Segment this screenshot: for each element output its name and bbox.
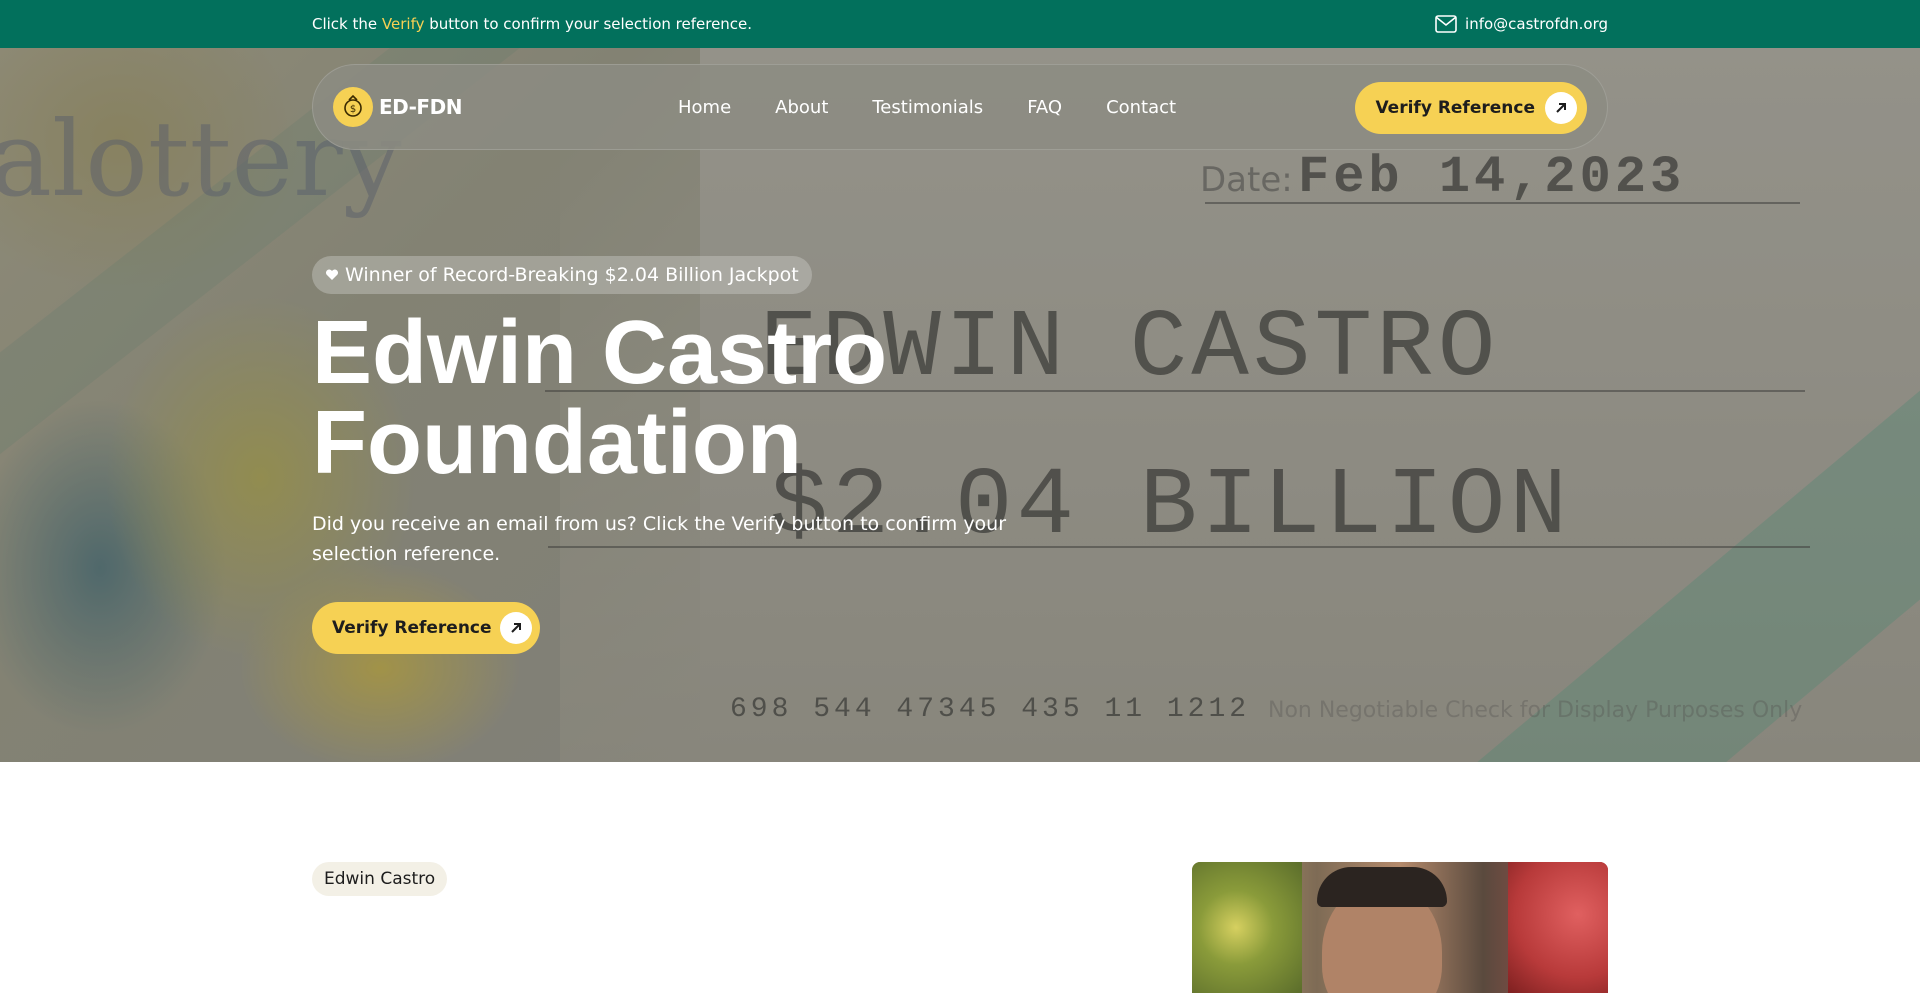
jackpot-badge-text: Winner of Record-Breaking $2.04 Billion … <box>345 264 799 286</box>
nav-link-testimonials[interactable]: Testimonials <box>872 97 983 118</box>
nav-link-about[interactable]: About <box>775 97 828 118</box>
jackpot-badge: Winner of Record-Breaking $2.04 Billion … <box>312 256 812 294</box>
arrow-up-right-icon <box>1545 92 1577 124</box>
photo-hair <box>1317 867 1447 907</box>
top-info-bar: Click the Verify button to confirm your … <box>0 0 1920 48</box>
nav-link-contact[interactable]: Contact <box>1106 97 1176 118</box>
top-info-message: Click the Verify button to confirm your … <box>312 14 752 34</box>
hero-title-line2: Foundation <box>312 393 802 493</box>
heart-icon <box>325 269 339 280</box>
svg-text:$: $ <box>350 104 356 115</box>
top-info-message-prefix: Click the <box>312 15 382 33</box>
nav-links: Home About Testimonials FAQ Contact <box>678 97 1176 118</box>
hero-subtitle: Did you receive an email from us? Click … <box>312 513 1007 565</box>
top-info-message-suffix: button to confirm your selection referen… <box>424 15 753 33</box>
top-info-verify-highlight: Verify <box>381 15 425 33</box>
nav-link-home[interactable]: Home <box>678 97 731 118</box>
mail-icon <box>1435 15 1457 33</box>
contact-email[interactable]: info@castrofdn.org <box>1435 14 1608 34</box>
logo-text: ED-FDN <box>379 95 462 119</box>
contact-email-text[interactable]: info@castrofdn.org <box>1465 14 1608 34</box>
hero-title: Edwin Castro Foundation <box>312 308 1212 488</box>
logo-badge-icon: $ <box>333 87 373 127</box>
arrow-up-right-icon <box>499 612 532 644</box>
nav-verify-reference-button[interactable]: Verify Reference <box>1355 82 1587 134</box>
section-tag: Edwin Castro <box>312 862 448 896</box>
nav-verify-reference-label: Verify Reference <box>1375 98 1535 118</box>
nav-link-faq[interactable]: FAQ <box>1027 97 1062 118</box>
photo-foliage <box>1192 862 1302 993</box>
hero-verify-reference-label: Verify Reference <box>332 618 492 638</box>
site-logo[interactable]: $ ED-FDN <box>333 87 462 127</box>
hero-verify-reference-button[interactable]: Verify Reference <box>312 602 540 654</box>
hero-title-line1: Edwin Castro <box>312 303 888 403</box>
edwin-castro-photo <box>1192 862 1608 993</box>
main-navbar: $ ED-FDN Home About Testimonials FAQ Con… <box>312 64 1608 150</box>
photo-umbrella <box>1508 862 1608 993</box>
